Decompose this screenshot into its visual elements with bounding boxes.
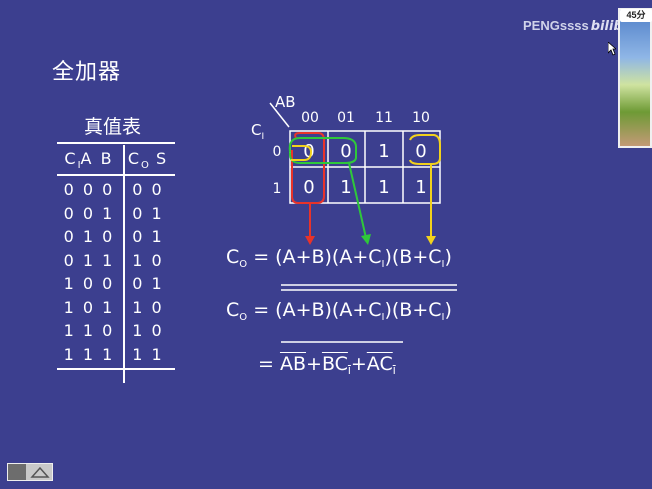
yellow-arrow-head-icon — [426, 236, 436, 245]
prev-slide-icon[interactable] — [8, 464, 26, 480]
kmap-col-header: 11 — [375, 110, 393, 126]
kmap-col-header: 10 — [412, 110, 430, 126]
slide-navigation-button[interactable] — [7, 463, 53, 481]
karnaugh-map: AB CI 00 01 11 10 0 1 0 0 1 0 0 1 1 1 — [251, 93, 457, 343]
kmap-cell: 1 — [415, 177, 426, 198]
kmap-cell: 0 — [415, 141, 426, 162]
next-slide-icon[interactable] — [30, 466, 50, 478]
carry-out-equation: CO = (A+B)(A+CI)(B+CI) — [226, 246, 452, 270]
red-arrow-head-icon — [305, 236, 315, 245]
simplified-equation: = AB+BCI+ACI — [258, 353, 396, 377]
kmap-col-header: 00 — [301, 110, 319, 126]
green-arrow-head-icon — [361, 234, 371, 245]
kmap-col-header: 01 — [337, 110, 355, 126]
kmap-cell: 0 — [303, 177, 314, 198]
green-arrow-line — [348, 162, 367, 239]
kmap-ci-label: CI — [251, 121, 264, 142]
kmap-cell: 1 — [378, 177, 389, 198]
kmap-row-label: 1 — [273, 181, 282, 197]
kmap-ab-label: AB — [275, 93, 296, 111]
kmap-cell: 1 — [340, 177, 351, 198]
kmap-row-label: 0 — [273, 144, 282, 160]
carry-out-complement-equation: CO = (A+B)(A+CI)(B+CI) — [226, 299, 452, 323]
kmap-cell: 0 — [340, 141, 351, 162]
kmap-cell: 1 — [378, 141, 389, 162]
